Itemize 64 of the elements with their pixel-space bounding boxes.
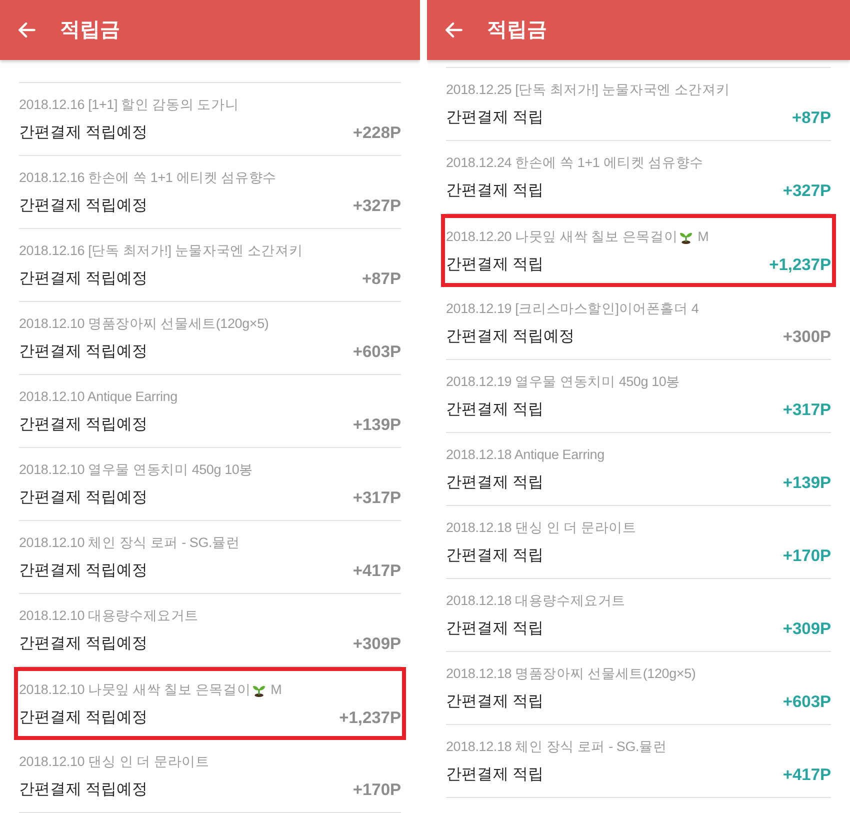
item-amount: +417P bbox=[352, 561, 401, 582]
item-amount: +139P bbox=[782, 473, 831, 494]
item-title: 2018.12.18 Antique Earring bbox=[446, 446, 604, 464]
item-amount: +139P bbox=[352, 415, 401, 436]
item-label: 간편결제 적립 bbox=[446, 619, 544, 639]
item-title: 2018.12.10 체인 장식 로퍼 - SG.뮬런 bbox=[19, 534, 240, 552]
item-label: 간편결제 적립예정 bbox=[19, 415, 148, 435]
item-amount: +300P bbox=[782, 327, 831, 348]
item-amount: +1,237P bbox=[769, 255, 831, 276]
item-title: 2018.12.20 나뭇잎 새싹 칠보 은목걸이 bbox=[446, 228, 678, 246]
header-title: 적립금 bbox=[60, 18, 120, 43]
item-amount: +170P bbox=[782, 546, 831, 567]
item-title: 2018.12.19 열우물 연동치미 450g 10봉 bbox=[446, 373, 680, 391]
header-title: 적립금 bbox=[487, 18, 547, 43]
item-title: 2018.12.16 [1+1] 할인 감동의 도가니 bbox=[19, 96, 239, 114]
item-amount: +603P bbox=[782, 692, 831, 713]
item-amount: +170P bbox=[352, 780, 401, 801]
item-amount: +309P bbox=[782, 619, 831, 640]
item-title: 2018.12.10 대용량수제요거트 bbox=[19, 607, 199, 625]
item-label: 간편결제 적립예정 bbox=[19, 342, 148, 362]
item-title: 2018.12.10 명품장아찌 선물세트(120g×5) bbox=[19, 315, 269, 333]
item-title: 2018.12.18 대용량수제요거트 bbox=[446, 592, 626, 610]
item-label: 간편결제 적립예정 bbox=[19, 123, 148, 143]
item-title: 2018.12.10 댄싱 인 더 문라이트 bbox=[19, 753, 210, 771]
item-label: 간편결제 적립 bbox=[446, 181, 544, 201]
item-title: 2018.12.10 나뭇잎 새싹 칠보 은목걸이 bbox=[19, 681, 251, 699]
item-label: 간편결제 적립 bbox=[446, 400, 544, 420]
item-title: 2018.12.16 [단독 최저가!] 눈물자국엔 소간져키 bbox=[19, 242, 303, 260]
item-title-suffix: M bbox=[270, 681, 282, 699]
item-amount: +228P bbox=[352, 123, 401, 144]
item-title: 2018.12.25 [단독 최저가!] 눈물자국엔 소간져키 bbox=[446, 81, 730, 99]
item-label: 간편결제 적립 bbox=[446, 546, 544, 566]
item-title: 2018.12.16 한손에 쏙 1+1 에티켓 섬유향수 bbox=[19, 169, 276, 187]
item-label: 간편결제 적립예정 bbox=[446, 327, 575, 347]
item-label: 간편결제 적립 bbox=[446, 255, 544, 275]
item-title-suffix: M bbox=[698, 228, 709, 246]
item-title: 2018.12.18 명품장아찌 선물세트(120g×5) bbox=[446, 665, 696, 683]
item-label: 간편결제 적립예정 bbox=[19, 488, 148, 508]
item-label: 간편결제 적립예정 bbox=[19, 780, 148, 800]
item-label: 간편결제 적립 bbox=[446, 108, 544, 128]
item-title: 2018.12.18 체인 장식 로퍼 - SG.뮬런 bbox=[446, 738, 667, 756]
item-amount: +327P bbox=[352, 196, 401, 217]
item-label: 간편결제 적립 bbox=[446, 473, 544, 493]
item-label: 간편결제 적립예정 bbox=[19, 196, 148, 216]
item-label: 간편결제 적립 bbox=[446, 765, 544, 785]
item-label: 간편결제 적립예정 bbox=[19, 708, 148, 728]
item-title: 2018.12.24 한손에 쏙 1+1 에티켓 섬유향수 bbox=[446, 154, 704, 172]
item-amount: +87P bbox=[362, 269, 401, 290]
item-label: 간편결제 적립예정 bbox=[19, 634, 148, 654]
item-amount: +87P bbox=[792, 108, 831, 129]
item-title: 2018.12.18 댄싱 인 더 문라이트 bbox=[446, 519, 636, 537]
item-amount: +417P bbox=[782, 765, 831, 786]
item-amount: +317P bbox=[352, 488, 401, 509]
item-label: 간편결제 적립예정 bbox=[19, 269, 148, 289]
item-amount: +309P bbox=[352, 634, 401, 655]
item-label: 간편결제 적립예정 bbox=[19, 561, 148, 581]
item-label: 간편결제 적립 bbox=[446, 692, 544, 712]
item-title: 2018.12.10 Antique Earring bbox=[19, 388, 178, 406]
item-amount: +327P bbox=[782, 181, 831, 202]
item-title: 2018.12.19 [크리스마스할인]이어폰홀더 4 bbox=[446, 300, 699, 318]
item-amount: +317P bbox=[782, 400, 831, 421]
item-amount: +1,237P bbox=[339, 708, 401, 729]
item-title: 2018.12.10 열우물 연동치미 450g 10봉 bbox=[19, 461, 254, 479]
item-amount: +603P bbox=[352, 342, 401, 363]
